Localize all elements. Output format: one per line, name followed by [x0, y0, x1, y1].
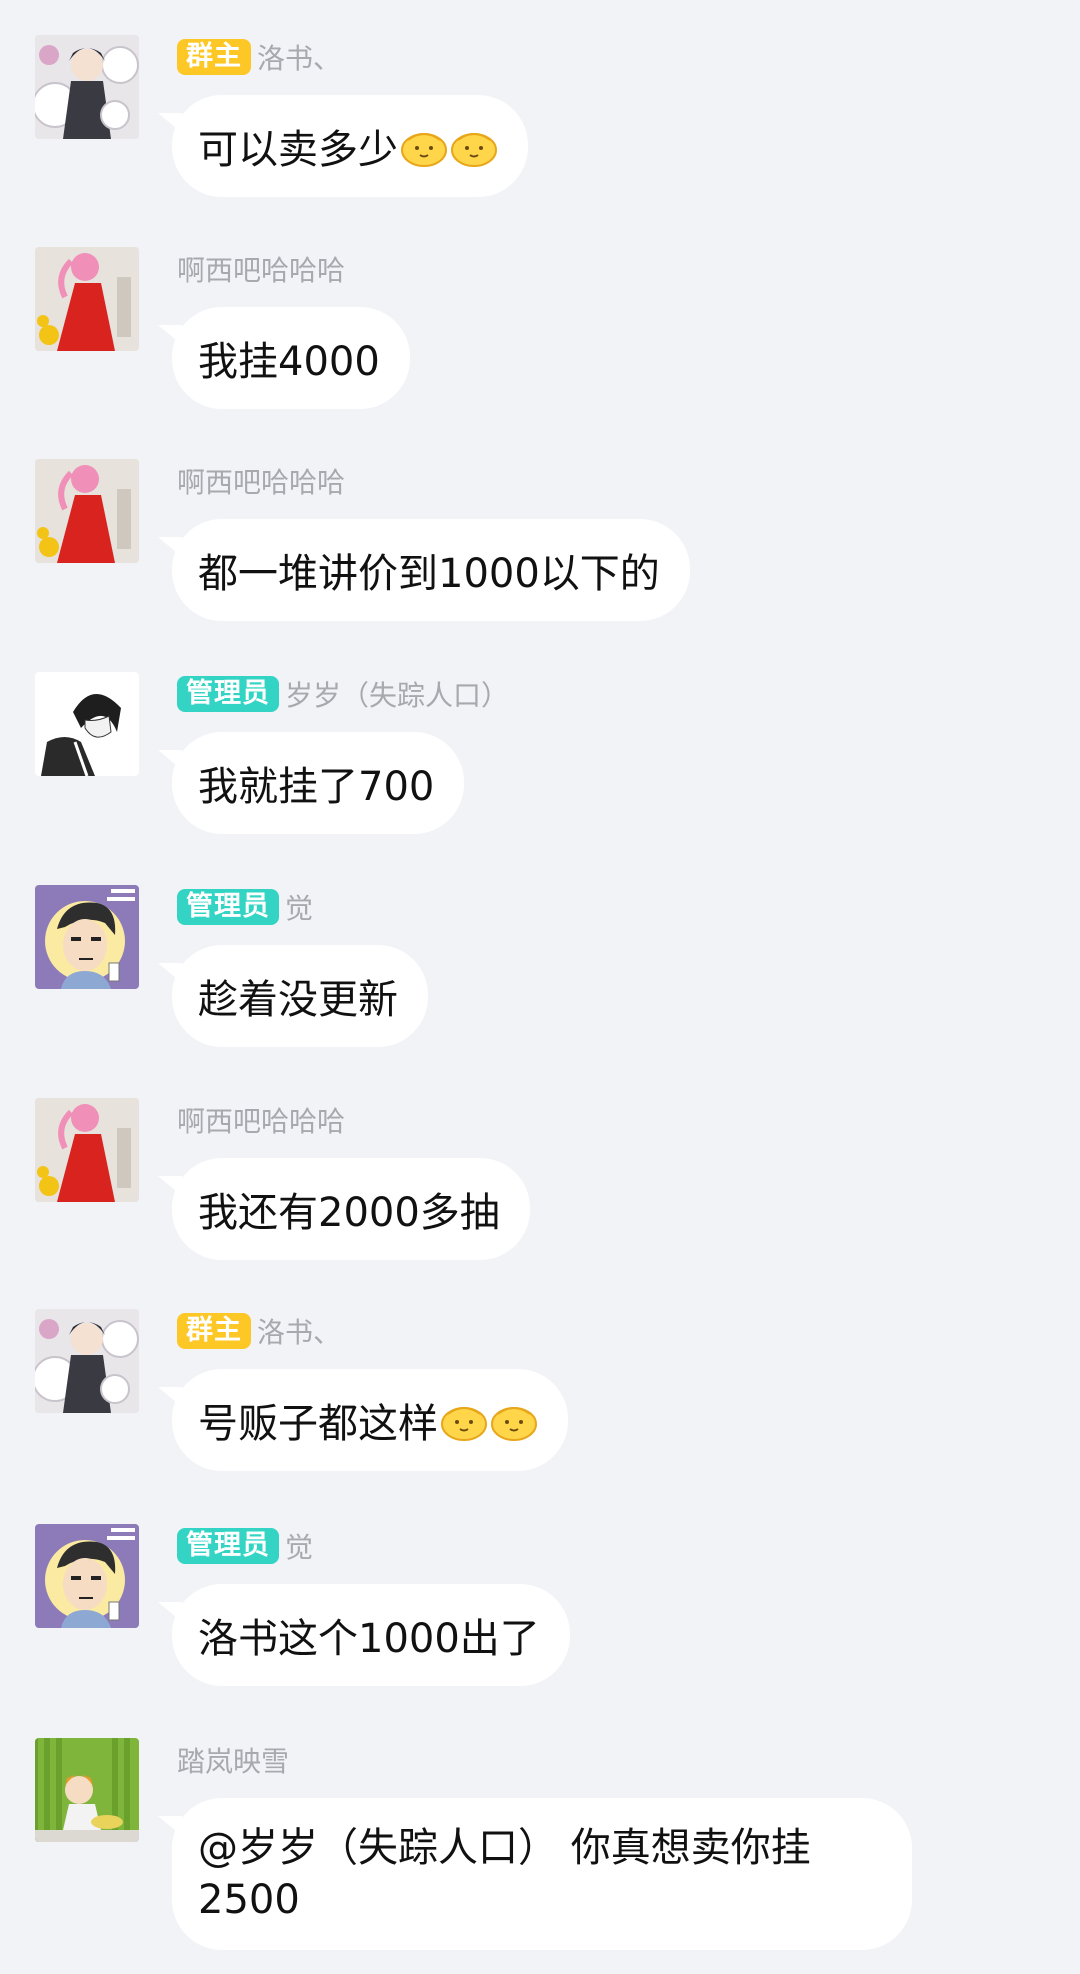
sender-name[interactable]: 啊西吧哈哈哈 [177, 461, 345, 501]
sender-name[interactable]: 觉 [285, 1526, 313, 1566]
sender-name[interactable]: 踏岚映雪 [177, 1740, 289, 1780]
cute-sticker-emoji-icon [400, 124, 448, 168]
message-text: 我还有2000多抽 [198, 1190, 500, 1236]
message-header: 群主 洛书、 [177, 1311, 341, 1351]
cute-sticker-emoji-icon [490, 1398, 538, 1442]
message-text: 我挂4000 [198, 339, 380, 385]
message-bubble[interactable]: @岁岁（失踪人口） 你真想卖你挂2500 [158, 1798, 912, 1950]
sender-name[interactable]: 觉 [285, 887, 313, 927]
cute-sticker-emoji-icon [450, 124, 498, 168]
cute-sticker-emoji-icon [440, 1398, 488, 1442]
message-header: 管理员 觉 [177, 1526, 313, 1566]
admin-badge: 管理员 [177, 676, 279, 712]
owner-badge: 群主 [177, 1313, 251, 1349]
sender-name[interactable]: 洛书、 [257, 1311, 341, 1351]
message-header: 踏岚映雪 [177, 1740, 289, 1780]
chat-message: 管理员 岁岁（失踪人口） 我就挂了700 [0, 672, 1080, 872]
sender-name[interactable]: 洛书、 [257, 37, 341, 77]
message-header: 啊西吧哈哈哈 [177, 461, 345, 501]
message-header: 啊西吧哈哈哈 [177, 249, 345, 289]
sender-name[interactable]: 岁岁（失踪人口） [285, 674, 509, 714]
chat-message: 群主 洛书、 可以卖多少 [0, 35, 1080, 235]
chat-message: 啊西吧哈哈哈 都一堆讲价到1000以下的 [0, 459, 1080, 659]
message-text: 都一堆讲价到1000以下的 [198, 551, 660, 597]
sender-name[interactable]: 啊西吧哈哈哈 [177, 249, 345, 289]
message-text: 可以卖多少 [198, 127, 398, 173]
message-bubble[interactable]: 号贩子都这样 [158, 1369, 568, 1471]
message-text: 趁着没更新 [198, 977, 398, 1023]
message-bubble[interactable]: 洛书这个1000出了 [158, 1584, 570, 1686]
message-text: 洛书这个1000出了 [198, 1616, 540, 1662]
chat-message: 啊西吧哈哈哈 我挂4000 [0, 247, 1080, 447]
red-dress-girl-avatar-icon[interactable] [35, 247, 139, 351]
sketch-boy-avatar-icon[interactable] [35, 672, 139, 776]
message-text: 我就挂了700 [198, 764, 435, 810]
owner-badge: 群主 [177, 39, 251, 75]
message-bubble[interactable]: 趁着没更新 [158, 945, 428, 1047]
message-text: @岁岁（失踪人口） 你真想卖你挂2500 [198, 1825, 811, 1923]
message-bubble[interactable]: 可以卖多少 [158, 95, 528, 197]
admin-badge: 管理员 [177, 889, 279, 925]
sender-name[interactable]: 啊西吧哈哈哈 [177, 1100, 345, 1140]
green-curtain-avatar-icon[interactable] [35, 1738, 139, 1842]
anime-group-avatar-icon[interactable] [35, 1309, 139, 1413]
cartoon-man-avatar-icon[interactable] [35, 885, 139, 989]
chat-message-list: 群主 洛书、 可以卖多少 啊西吧哈哈哈 我挂4000 啊西吧哈哈哈 都一堆讲价到… [0, 0, 1080, 1974]
message-text: 号贩子都这样 [198, 1401, 438, 1447]
chat-message: 管理员 觉 趁着没更新 [0, 885, 1080, 1085]
message-bubble[interactable]: 都一堆讲价到1000以下的 [158, 519, 690, 621]
chat-message: 管理员 觉 洛书这个1000出了 [0, 1524, 1080, 1724]
chat-message: 踏岚映雪 @岁岁（失踪人口） 你真想卖你挂2500 [0, 1738, 1080, 1974]
message-header: 管理员 觉 [177, 887, 313, 927]
admin-badge: 管理员 [177, 1528, 279, 1564]
message-header: 啊西吧哈哈哈 [177, 1100, 345, 1140]
message-header: 群主 洛书、 [177, 37, 341, 77]
chat-message: 啊西吧哈哈哈 我还有2000多抽 [0, 1098, 1080, 1298]
message-bubble[interactable]: 我挂4000 [158, 307, 410, 409]
anime-group-avatar-icon[interactable] [35, 35, 139, 139]
message-bubble[interactable]: 我还有2000多抽 [158, 1158, 530, 1260]
message-bubble[interactable]: 我就挂了700 [157, 732, 465, 834]
message-header: 管理员 岁岁（失踪人口） [177, 674, 509, 714]
chat-message: 群主 洛书、 号贩子都这样 [0, 1309, 1080, 1509]
red-dress-girl-avatar-icon[interactable] [35, 1098, 139, 1202]
cartoon-man-avatar-icon[interactable] [35, 1524, 139, 1628]
red-dress-girl-avatar-icon[interactable] [35, 459, 139, 563]
